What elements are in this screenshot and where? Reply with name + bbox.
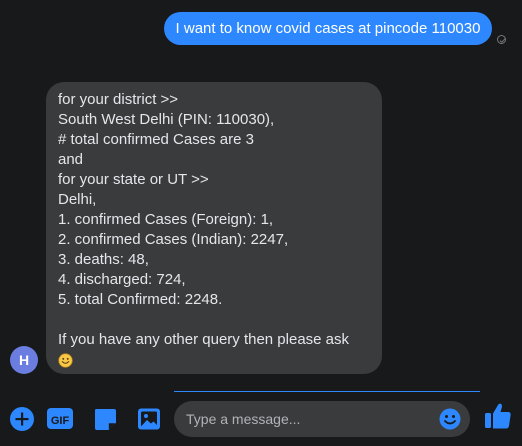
svg-text:GIF: GIF (51, 415, 70, 427)
message-line: 1. confirmed Cases (Foreign): 1, (58, 211, 274, 228)
message-line: South West Delhi (PIN: 110030), (58, 111, 275, 128)
avatar[interactable]: H (10, 346, 38, 374)
thumbs-up-icon[interactable] (484, 401, 512, 431)
message-line: for your district >> (58, 91, 179, 108)
message-line: 5. total Confirmed: 2248. (58, 291, 223, 308)
message-line: 2. confirmed Cases (Indian): 2247, (58, 231, 289, 248)
message-line: If you have any other query then please … (58, 331, 350, 348)
message-input-placeholder: Type a message... (186, 411, 301, 427)
message-line: and (58, 151, 84, 168)
avatar-initial: H (18, 352, 30, 368)
image-icon[interactable] (136, 406, 162, 432)
message-input[interactable]: Type a message... (174, 401, 470, 437)
incoming-message[interactable]: for your district >> South West Delhi (P… (46, 82, 382, 374)
sticker-icon[interactable] (92, 406, 118, 432)
chat-window: I want to know covid cases at pincode 11… (0, 0, 522, 446)
sent-check-icon (497, 35, 506, 44)
message-line: # total confirmed Cases are 3 (58, 131, 254, 148)
gif-icon[interactable]: GIF (46, 406, 73, 432)
message-line: 3. deaths: 48, (58, 251, 149, 268)
outgoing-message[interactable]: I want to know covid cases at pincode 11… (164, 12, 492, 45)
emoji-icon[interactable] (438, 407, 462, 431)
smiley-emoji (58, 350, 370, 370)
message-line: 4. discharged: 724, (58, 271, 186, 288)
message-line: Delhi, (58, 191, 97, 208)
message-line: for your state or UT >> (58, 171, 209, 188)
composer-bar: GIF Type a message... (0, 392, 522, 446)
plus-icon[interactable] (9, 406, 35, 432)
outgoing-message-text: I want to know covid cases at pincode 11… (175, 20, 481, 37)
